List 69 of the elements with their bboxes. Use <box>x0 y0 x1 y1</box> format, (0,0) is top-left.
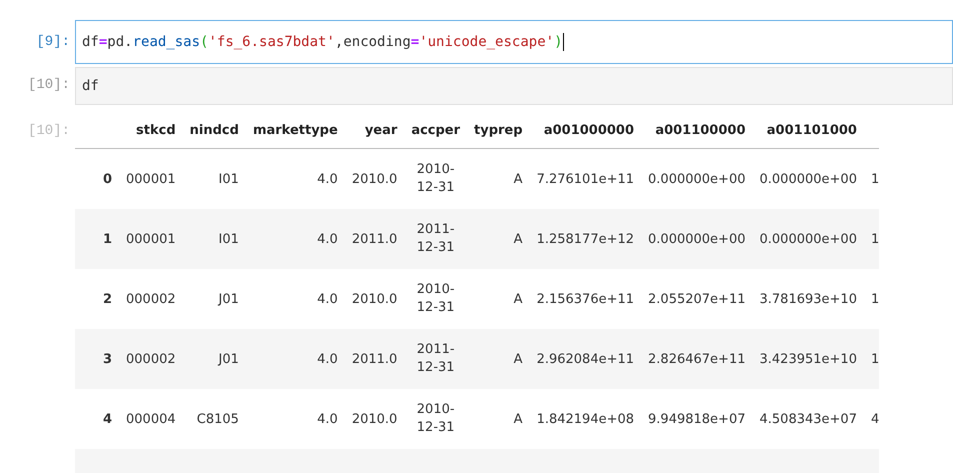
table-cell: A <box>467 209 530 269</box>
row-index: 2 <box>75 269 119 329</box>
table-cell: 4.0 <box>246 269 345 329</box>
table-cell: 2010.0 <box>344 389 404 449</box>
table-cell: 000002 <box>119 329 183 389</box>
code-editor[interactable]: df=pd.read_sas('fs_6.sas7bdat',encoding='unicode_escape') <box>75 20 953 64</box>
column-header: year <box>344 119 404 148</box>
table-cell: 2.826467e+11 <box>641 329 752 389</box>
table-cell: A <box>467 269 530 329</box>
column-header: stkcd <box>119 119 183 148</box>
table-cell: 2.156376e+11 <box>530 269 642 329</box>
table-cell: 1 <box>864 209 880 269</box>
table-cell: 4.0 <box>246 209 345 269</box>
table-cell: 4.0 <box>246 329 345 389</box>
table-cell: I01 <box>182 209 246 269</box>
table-cell: 1 <box>864 329 880 389</box>
table-cell: A <box>467 389 530 449</box>
code-editor[interactable]: df <box>75 67 953 105</box>
table-cell: 7.276101e+11 <box>530 148 642 209</box>
table-cell: 2010.0 <box>344 269 404 329</box>
table-cell: 3.781693e+10 <box>752 269 864 329</box>
table-cell: 000002 <box>119 269 183 329</box>
table-cell: 2011.0 <box>344 209 404 269</box>
row-index: 3 <box>75 329 119 389</box>
row-index: 4 <box>75 389 119 449</box>
table-cell: 2010-12-31 <box>404 269 468 329</box>
table-cell: 1.258177e+12 <box>530 209 642 269</box>
cell-prompt: [9]: <box>35 33 71 52</box>
table-cell: 4.508343e+07 <box>752 389 864 449</box>
table-cell: 4 <box>864 389 880 449</box>
table-cell: 1.842194e+08 <box>530 389 642 449</box>
table-cell: C8105 <box>182 389 246 449</box>
table-cell: 0.000000e+00 <box>752 148 864 209</box>
column-header: a001100000 <box>641 119 752 148</box>
table-cell: 0.000000e+00 <box>752 209 864 269</box>
column-header: nindcd <box>182 119 246 148</box>
table-cell: 000001 <box>119 148 183 209</box>
table-cell: J01 <box>182 329 246 389</box>
table-cell: 2011.0 <box>344 329 404 389</box>
table-cell: 2010-12-31 <box>404 389 468 449</box>
column-header: accper <box>404 119 468 148</box>
table-cell: 2010.0 <box>344 148 404 209</box>
table-cell: 000004 <box>119 389 183 449</box>
column-header: a001000000 <box>530 119 642 148</box>
table-cell: J01 <box>182 269 246 329</box>
table-cell: I01 <box>182 148 246 209</box>
table-cell: 2010-12-31 <box>404 148 468 209</box>
cell-prompt: [10]: <box>26 122 71 141</box>
table-cell: 1 <box>864 269 880 329</box>
cell-prompt: [10]: <box>26 76 71 95</box>
table-cell: 0.000000e+00 <box>641 209 752 269</box>
column-header: a001101000 <box>752 119 864 148</box>
table-cell: 2011-12-31 <box>404 329 468 389</box>
row-index: 1 <box>75 209 119 269</box>
table-cell: 2.962084e+11 <box>530 329 642 389</box>
row-index: 0 <box>75 148 119 209</box>
table-cell: 0.000000e+00 <box>641 148 752 209</box>
table-cell: 2011-12-31 <box>404 209 468 269</box>
column-header: typrep <box>467 119 530 148</box>
table-cell: 2.055207e+11 <box>641 269 752 329</box>
table-cell: 4.0 <box>246 389 345 449</box>
table-cell: A <box>467 329 530 389</box>
table-cell: 4.0 <box>246 148 345 209</box>
table-cell: A <box>467 148 530 209</box>
table-cell: 000001 <box>119 209 183 269</box>
table-cell: 9.949818e+07 <box>641 389 752 449</box>
table-cell: 1 <box>864 148 880 209</box>
table-cell: 3.423951e+10 <box>752 329 864 389</box>
column-header: markettype <box>246 119 345 148</box>
